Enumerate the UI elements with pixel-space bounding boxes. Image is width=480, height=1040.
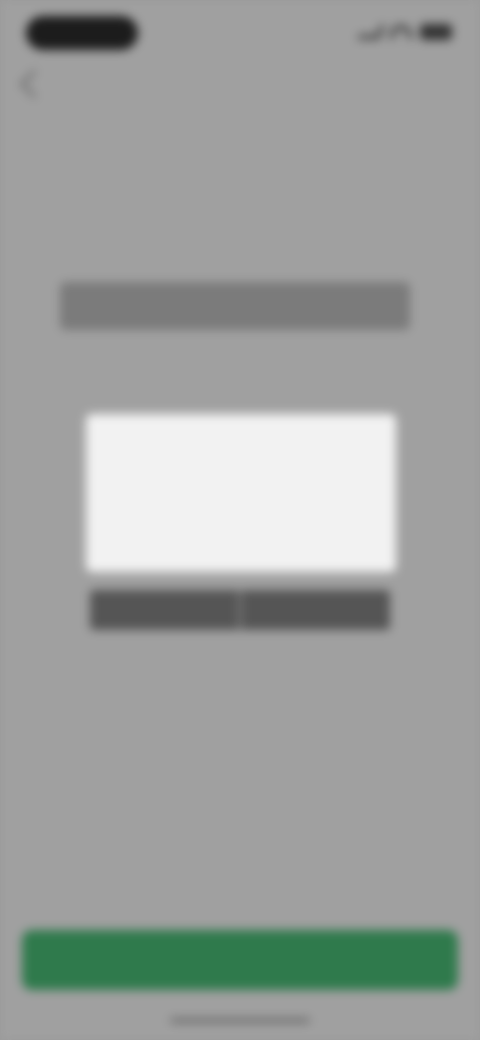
- input-field[interactable]: [60, 282, 410, 330]
- signal-icon: [357, 25, 385, 39]
- chevron-left-icon[interactable]: [19, 69, 49, 99]
- primary-action-button[interactable]: [22, 930, 458, 990]
- dialog-confirm-button[interactable]: [241, 590, 390, 630]
- battery-icon: [420, 24, 452, 40]
- wifi-icon: [390, 25, 412, 39]
- status-icons: [357, 22, 452, 42]
- app-screen: [0, 0, 480, 1040]
- alert-dialog: [86, 414, 396, 572]
- home-indicator: [170, 1018, 310, 1023]
- dialog-cancel-button[interactable]: [90, 590, 239, 630]
- status-time: [26, 16, 138, 50]
- dialog-actions: [90, 590, 390, 630]
- status-bar: [0, 0, 480, 64]
